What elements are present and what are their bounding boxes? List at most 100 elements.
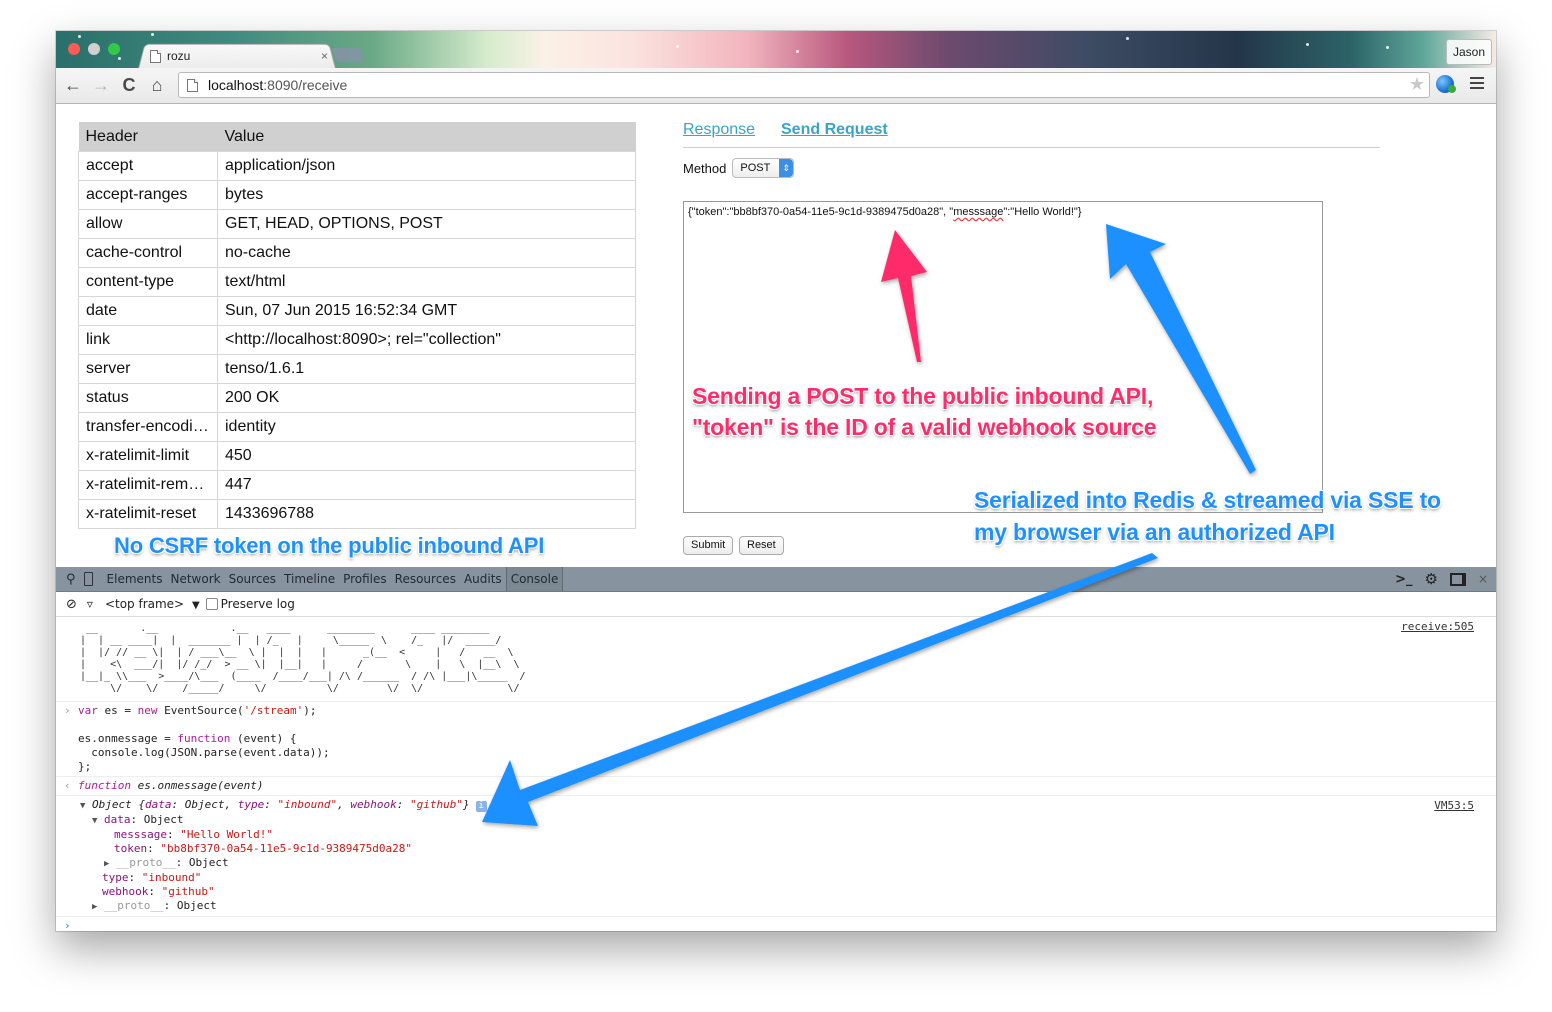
source-link[interactable]: receive:505	[1401, 620, 1474, 634]
submit-button[interactable]: Submit	[683, 536, 734, 555]
headers-table: Header Value accept application/json accep…	[78, 122, 636, 529]
bookmark-star-icon[interactable]: ★	[1409, 74, 1425, 95]
reload-icon[interactable]: C	[118, 74, 140, 96]
new-tab-button[interactable]	[331, 48, 365, 62]
code-token: };	[78, 760, 92, 773]
devtools-tab-audits[interactable]: Audits	[460, 572, 506, 586]
header-value: 1433696788	[217, 499, 636, 529]
header-value: 447	[217, 470, 636, 500]
devtools-tab-sources[interactable]: Sources	[225, 572, 280, 586]
header-name: transfer-encodi…	[78, 412, 218, 442]
clear-console-icon[interactable]: ⊘	[66, 597, 77, 612]
address-bar[interactable]: localhost:8090/receive ★	[178, 72, 1430, 98]
obj-suffix: }	[462, 798, 470, 811]
tree-key: type	[102, 871, 129, 884]
code-token: es.onmessage =	[78, 732, 178, 745]
header-name: link	[78, 325, 218, 355]
devtools-tab-profiles[interactable]: Profiles	[339, 572, 391, 586]
reset-button[interactable]: Reset	[739, 536, 784, 555]
console-prompt[interactable]: ›	[56, 917, 1496, 931]
request-body-textarea[interactable]: {"token":"bb8bf370-0a54-11e5-9c1d-938947…	[683, 201, 1323, 513]
search-icon[interactable]: ⚲	[66, 572, 76, 587]
table-header-row: Header Value	[78, 122, 636, 152]
dock-icon[interactable]	[1449, 572, 1466, 586]
window-close-button[interactable]	[68, 43, 80, 55]
header-value: <http://localhost:8090>; rel="collection…	[217, 325, 636, 355]
object-summary[interactable]: ▼ Object {data: Object, type: "inbound",…	[80, 798, 1496, 813]
collapsed-triangle-icon[interactable]: ▶	[104, 859, 109, 869]
info-icon[interactable]: i	[475, 801, 487, 812]
device-mode-icon[interactable]	[83, 572, 93, 586]
table-row: date Sun, 07 Jun 2015 16:52:34 GMT	[78, 296, 636, 326]
header-name: status	[78, 383, 218, 413]
hamburger-menu-icon[interactable]	[1470, 77, 1484, 91]
url-path: :8090/receive	[263, 77, 348, 93]
tree-proto-outer[interactable]: ▶ __proto__: Object	[80, 899, 1496, 914]
dropdown-triangle-icon: ▼	[191, 600, 200, 611]
body-text: {"token":"bb8bf370-0a54-11e5-9c1d-938947…	[688, 206, 954, 218]
filter-icon[interactable]: ▿	[87, 597, 93, 611]
code-token: var	[78, 704, 98, 717]
header-value: GET, HEAD, OPTIONS, POST	[217, 209, 636, 239]
table-row: x-ratelimit-rem… 447	[78, 470, 636, 500]
method-value: POST	[740, 162, 771, 174]
code-line: };	[78, 760, 1496, 774]
header-name: allow	[78, 209, 218, 239]
expand-triangle-icon[interactable]: ▼	[80, 801, 85, 811]
tab-close-icon[interactable]: ×	[321, 49, 328, 63]
header-value: text/html	[217, 267, 636, 297]
console-filter-bar: ⊘ ▿ <top frame> ▼ Preserve log	[56, 592, 1496, 617]
devtools-tab-elements[interactable]: Elements	[103, 572, 167, 586]
method-select[interactable]: POST ⇕	[732, 158, 795, 178]
browser-tab-content[interactable]: rozu ×	[148, 46, 338, 66]
gear-icon[interactable]: ⚙	[1424, 570, 1437, 588]
collapsed-triangle-icon[interactable]: ▶	[92, 902, 97, 912]
globe-extension-icon[interactable]	[1436, 75, 1456, 93]
code-line: var es = new EventSource('/stream');	[78, 704, 1496, 718]
tree-type: type: "inbound"	[102, 871, 202, 884]
browser-toolbar: ← → C ⌂ localhost:8090/receive ★	[56, 68, 1496, 104]
tab-title: rozu	[167, 49, 191, 63]
tree-val: "Hello World!"	[180, 828, 273, 841]
devtools-controls: >_ ⚙ ×	[1395, 570, 1488, 588]
tree-val: : Object	[175, 856, 229, 869]
table-row: link <http://localhost:8090>; rel="collec…	[78, 325, 636, 355]
window-minimize-button[interactable]	[88, 43, 100, 55]
code-token: new	[137, 704, 158, 717]
console-drawer-icon[interactable]: >_	[1395, 572, 1412, 587]
tab-response[interactable]: Response	[683, 121, 755, 139]
frame-selector[interactable]: <top frame> ▼	[105, 597, 200, 611]
tree-message: messsage: "Hello World!"	[114, 828, 273, 841]
console-log-banner: __ .__ .__ ____ ________ ____ ________ |…	[56, 617, 1496, 702]
source-link[interactable]: VM53:5	[1434, 799, 1474, 813]
tab-send-request[interactable]: Send Request	[781, 121, 888, 139]
console-output: __ .__ .__ ____ ________ ____ ________ |…	[56, 617, 1496, 931]
obj-key: type	[237, 798, 265, 811]
devtools-tab-network[interactable]: Network	[166, 572, 224, 586]
devtools-tab-timeline[interactable]: Timeline	[280, 572, 339, 586]
expand-triangle-icon[interactable]: ▼	[92, 816, 97, 826]
preserve-log-checkbox[interactable]	[205, 598, 218, 610]
prompt-chevron-icon: ›	[64, 919, 71, 931]
devtools-panel: ⚲ Elements Network Sources Timeline Profiles…	[56, 567, 1496, 931]
tree-key: token	[114, 842, 148, 855]
back-arrow-icon[interactable]: ←	[62, 74, 84, 96]
body-text: ":"Hello World!"}	[1003, 206, 1082, 218]
tree-key: __proto__	[116, 856, 176, 869]
window-maximize-button[interactable]	[108, 43, 120, 55]
forward-arrow-icon[interactable]: →	[90, 74, 112, 96]
header-name: cache-control	[78, 238, 218, 268]
devtools-tab-resources[interactable]: Resources	[391, 572, 460, 586]
obj-key: data	[145, 798, 172, 811]
code-line: console.log(JSON.parse(event.data));	[78, 746, 1496, 760]
home-icon[interactable]: ⌂	[146, 74, 168, 96]
return-chevron-icon: ‹	[64, 779, 71, 792]
devtools-tab-console[interactable]: Console	[505, 567, 564, 591]
tree-data[interactable]: ▼ data: Object	[80, 813, 1496, 828]
profile-button[interactable]: Jason	[1445, 39, 1492, 65]
header-name: x-ratelimit-rem…	[78, 470, 218, 500]
tree-proto-inner[interactable]: ▶ __proto__: Object	[80, 856, 1496, 871]
code-token: (event) {	[230, 732, 297, 745]
close-icon[interactable]: ×	[1478, 572, 1488, 586]
table-row: accept-ranges bytes	[78, 180, 636, 210]
